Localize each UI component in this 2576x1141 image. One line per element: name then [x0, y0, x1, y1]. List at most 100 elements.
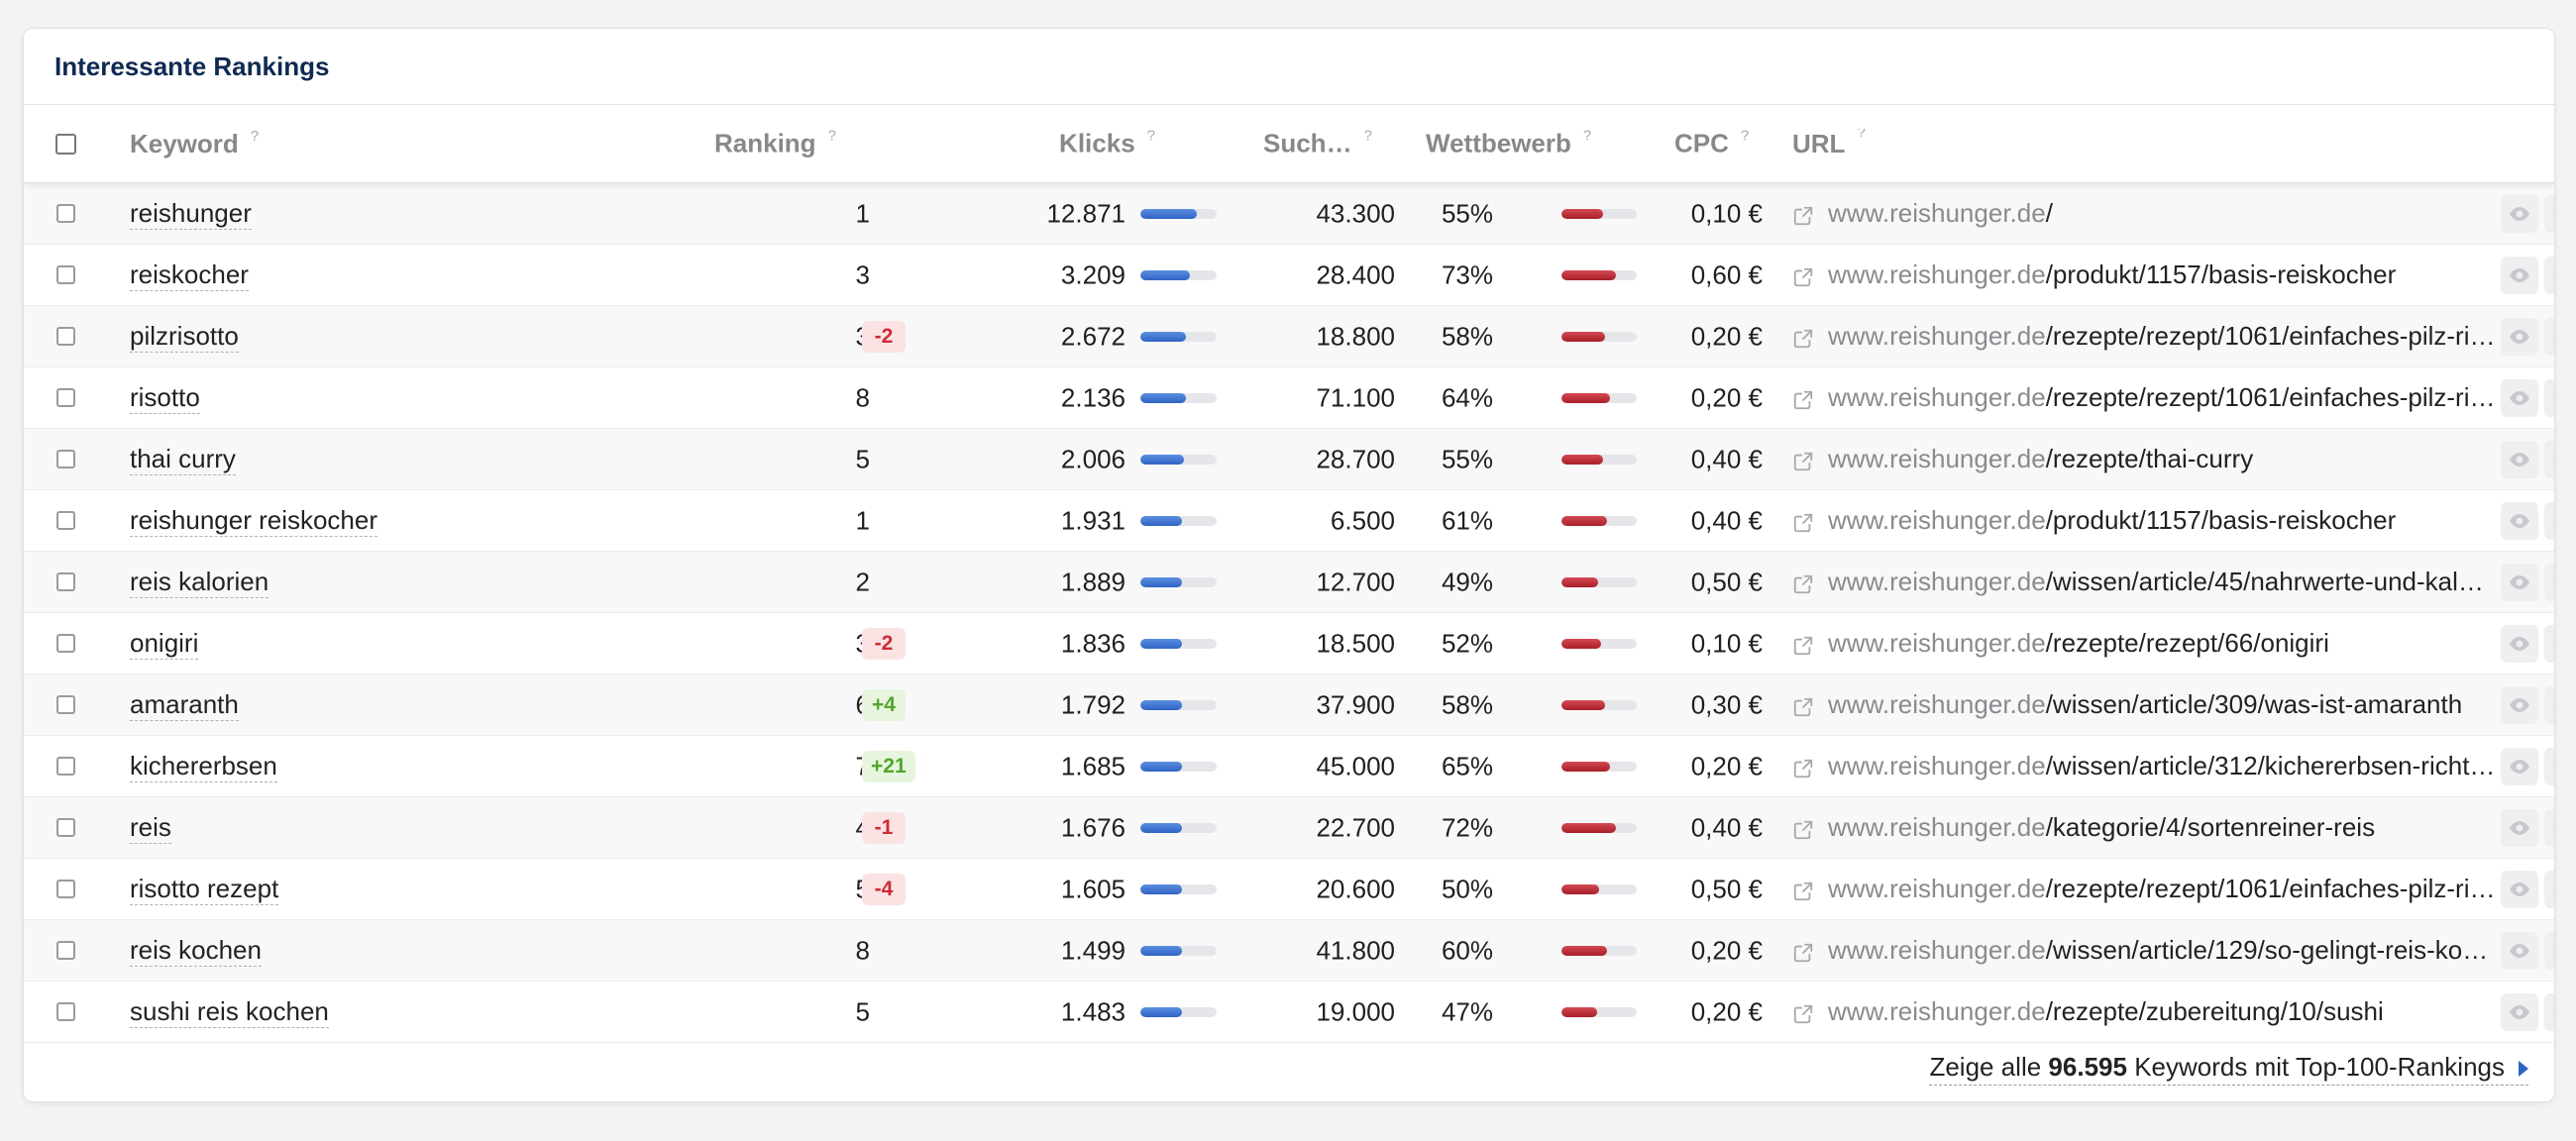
- external-link-icon[interactable]: [1792, 1001, 1814, 1023]
- bar-chart-icon[interactable]: [2544, 256, 2554, 294]
- header-keyword[interactable]: Keyword?: [108, 128, 714, 159]
- external-link-icon[interactable]: [1792, 571, 1814, 593]
- eye-icon[interactable]: [2501, 931, 2538, 970]
- eye-icon[interactable]: [2501, 747, 2538, 785]
- eye-icon[interactable]: [2501, 194, 2538, 233]
- eye-icon[interactable]: [2501, 256, 2538, 294]
- header-url[interactable]: URL?: [1763, 129, 2496, 159]
- url-link[interactable]: www.reishunger.de/produkt/1157/basis-rei…: [1828, 259, 2396, 290]
- help-icon[interactable]: ?: [1583, 128, 1591, 145]
- bar-chart-icon[interactable]: [2544, 992, 2554, 1031]
- eye-icon[interactable]: [2501, 378, 2538, 417]
- url-link[interactable]: www.reishunger.de/wissen/article/129/so-…: [1828, 935, 2496, 966]
- keyword-link[interactable]: reis: [130, 812, 171, 844]
- bar-chart-icon[interactable]: [2544, 378, 2554, 417]
- show-all-keywords-link[interactable]: Zeige alle 96.595 Keywords mit Top-100-R…: [1929, 1052, 2528, 1086]
- external-link-icon[interactable]: [1792, 510, 1814, 532]
- help-icon[interactable]: ?: [1147, 128, 1155, 145]
- bar-chart-icon[interactable]: [2544, 563, 2554, 601]
- bar-chart-icon[interactable]: [2544, 747, 2554, 785]
- bar-chart-icon[interactable]: [2544, 624, 2554, 663]
- bar-chart-icon[interactable]: [2544, 194, 2554, 233]
- row-checkbox[interactable]: [56, 757, 75, 776]
- bar-chart-icon[interactable]: [2544, 931, 2554, 970]
- keyword-link[interactable]: amaranth: [130, 689, 239, 721]
- eye-icon[interactable]: [2501, 685, 2538, 724]
- help-icon[interactable]: ?: [1364, 128, 1372, 145]
- row-checkbox[interactable]: [56, 880, 75, 898]
- bar-chart-icon[interactable]: [2544, 808, 2554, 847]
- url-link[interactable]: www.reishunger.de/rezepte/thai-curry: [1828, 444, 2253, 474]
- eye-icon[interactable]: [2501, 563, 2538, 601]
- keyword-link[interactable]: reis kalorien: [130, 567, 269, 598]
- url-link[interactable]: www.reishunger.de/wissen/article/312/kic…: [1828, 751, 2496, 781]
- url-link[interactable]: www.reishunger.de/produkt/1157/basis-rei…: [1828, 505, 2396, 536]
- header-ranking[interactable]: Ranking?: [714, 105, 962, 182]
- eye-icon[interactable]: [2501, 624, 2538, 663]
- row-checkbox[interactable]: [56, 327, 75, 346]
- header-cpc[interactable]: CPC?: [1637, 105, 1763, 182]
- url-link[interactable]: www.reishunger.de/rezepte/zubereitung/10…: [1828, 996, 2384, 1027]
- bar-chart-icon[interactable]: [2544, 870, 2554, 908]
- external-link-icon[interactable]: [1792, 203, 1814, 225]
- row-checkbox[interactable]: [56, 511, 75, 530]
- keyword-link[interactable]: reiskocher: [130, 259, 249, 291]
- row-checkbox[interactable]: [56, 1002, 75, 1021]
- url-link[interactable]: www.reishunger.de/rezepte/rezept/1061/ei…: [1828, 874, 2496, 904]
- url-link[interactable]: www.reishunger.de/rezepte/rezept/1061/ei…: [1828, 382, 2496, 413]
- external-link-icon[interactable]: [1792, 633, 1814, 655]
- row-checkbox[interactable]: [56, 204, 75, 223]
- eye-icon[interactable]: [2501, 808, 2538, 847]
- help-icon[interactable]: ?: [251, 128, 259, 145]
- bar-chart-icon[interactable]: [2544, 440, 2554, 478]
- eye-icon[interactable]: [2501, 501, 2538, 540]
- row-checkbox[interactable]: [56, 941, 75, 960]
- keyword-link[interactable]: reis kochen: [130, 935, 262, 967]
- eye-icon[interactable]: [2501, 992, 2538, 1031]
- keyword-link[interactable]: risotto: [130, 382, 200, 414]
- external-link-icon[interactable]: [1792, 694, 1814, 716]
- keyword-link[interactable]: pilzrisotto: [130, 321, 239, 353]
- header-klicks[interactable]: Klicks?: [962, 105, 1254, 182]
- url-link[interactable]: www.reishunger.de/wissen/article/45/nahr…: [1828, 567, 2496, 597]
- eye-icon[interactable]: [2501, 870, 2538, 908]
- help-icon[interactable]: ?: [1741, 128, 1749, 145]
- external-link-icon[interactable]: [1792, 449, 1814, 470]
- keyword-link[interactable]: thai curry: [130, 444, 236, 475]
- keyword-link[interactable]: reishunger reiskocher: [130, 505, 378, 537]
- url-link[interactable]: www.reishunger.de/rezepte/rezept/66/onig…: [1828, 628, 2329, 659]
- bar-chart-icon[interactable]: [2544, 685, 2554, 724]
- url-link[interactable]: www.reishunger.de/rezepte/rezept/1061/ei…: [1828, 321, 2496, 352]
- help-icon[interactable]: ?: [828, 128, 836, 145]
- keyword-link[interactable]: risotto rezept: [130, 874, 279, 905]
- url-link[interactable]: www.reishunger.de/wissen/article/309/was…: [1828, 689, 2462, 720]
- external-link-icon[interactable]: [1792, 326, 1814, 348]
- bar-chart-icon[interactable]: [2544, 317, 2554, 356]
- eye-icon[interactable]: [2501, 317, 2538, 356]
- external-link-icon[interactable]: [1792, 879, 1814, 900]
- row-checkbox[interactable]: [56, 572, 75, 591]
- keyword-link[interactable]: onigiri: [130, 628, 199, 660]
- external-link-icon[interactable]: [1792, 817, 1814, 839]
- keyword-link[interactable]: reishunger: [130, 198, 252, 230]
- row-checkbox[interactable]: [56, 818, 75, 837]
- external-link-icon[interactable]: [1792, 756, 1814, 778]
- row-checkbox[interactable]: [56, 450, 75, 468]
- select-all-checkbox[interactable]: [55, 133, 76, 155]
- row-checkbox[interactable]: [56, 634, 75, 653]
- url-link[interactable]: www.reishunger.de/: [1828, 198, 2053, 229]
- row-checkbox[interactable]: [56, 388, 75, 407]
- row-checkbox[interactable]: [56, 695, 75, 714]
- external-link-icon[interactable]: [1792, 387, 1814, 409]
- keyword-link[interactable]: sushi reis kochen: [130, 996, 329, 1028]
- keyword-link[interactable]: kichererbsen: [130, 751, 277, 782]
- external-link-icon[interactable]: [1792, 940, 1814, 962]
- bar-chart-icon[interactable]: [2544, 501, 2554, 540]
- url-link[interactable]: www.reishunger.de/kategorie/4/sortenrein…: [1828, 812, 2375, 843]
- row-checkbox[interactable]: [56, 265, 75, 284]
- eye-icon[interactable]: [2501, 440, 2538, 478]
- help-icon[interactable]: ?: [1857, 129, 1865, 141]
- external-link-icon[interactable]: [1792, 264, 1814, 286]
- header-wettbewerb[interactable]: Wettbewerb?: [1395, 105, 1637, 182]
- header-suchvolumen[interactable]: Such…?: [1254, 105, 1395, 182]
